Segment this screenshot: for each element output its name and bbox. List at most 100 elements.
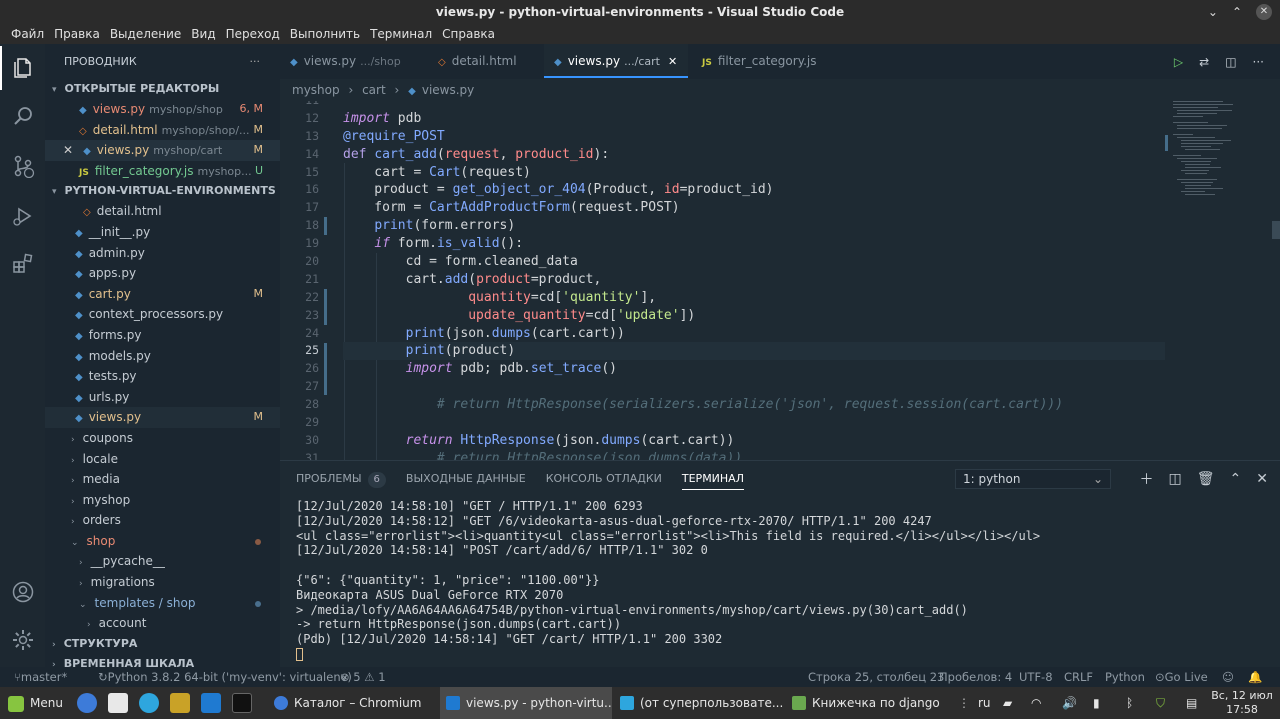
taskbar-window[interactable]: (от суперпользовате... xyxy=(614,687,784,719)
cursor-position[interactable]: Строка 25, столбец 23 xyxy=(808,667,944,687)
menu-terminal[interactable]: Терминал xyxy=(365,24,437,44)
tray-volume-icon[interactable]: 🔊 xyxy=(1062,687,1077,719)
code-editor[interactable]: 11 12 13 14 15 16 17 18 19 20 21 22 23 2… xyxy=(280,101,1280,460)
telegram-launcher-icon[interactable] xyxy=(139,693,159,713)
notifications-icon[interactable]: 🔔 xyxy=(1248,667,1262,687)
settings-gear-icon[interactable] xyxy=(0,618,45,662)
tree-file[interactable]: ◆ forms.py xyxy=(45,325,280,346)
sublime-launcher-icon[interactable] xyxy=(170,693,190,713)
python-interpreter[interactable]: ↻ Python 3.8.2 64-bit ('my-venv': virtua… xyxy=(98,667,352,687)
tree-folder[interactable]: › myshop xyxy=(45,490,280,511)
go-live-button[interactable]: ⊙ Go Live xyxy=(1155,667,1208,687)
menu-view[interactable]: Вид xyxy=(186,24,220,44)
split-terminal-icon[interactable]: ◫ xyxy=(1169,471,1182,487)
tray-update-shield-icon[interactable]: ⛉ xyxy=(1156,687,1165,719)
extensions-icon[interactable] xyxy=(0,242,45,286)
tree-folder[interactable]: › locale xyxy=(45,449,280,470)
run-file-icon[interactable]: ▷ xyxy=(1174,55,1183,69)
keyboard-layout[interactable]: ru xyxy=(978,687,991,719)
feedback-icon[interactable]: ☺ xyxy=(1222,667,1234,687)
tree-folder[interactable]: › __pycache__ xyxy=(45,551,280,572)
run-debug-icon[interactable] xyxy=(0,194,45,238)
source-control-icon[interactable] xyxy=(0,144,45,188)
menu-file[interactable]: Файл xyxy=(6,24,49,44)
tab-filter-category[interactable]: JS filter_category.js xyxy=(692,44,826,79)
menu-selection[interactable]: Выделение xyxy=(105,24,186,44)
tree-file[interactable]: ◆ cart.py M xyxy=(45,284,280,305)
tree-file[interactable]: ◆ context_processors.py xyxy=(45,304,280,325)
tree-folder[interactable]: › orders xyxy=(45,510,280,531)
more-actions-icon[interactable]: ··· xyxy=(250,44,261,79)
tree-folder[interactable]: › account xyxy=(45,613,280,634)
start-menu-button[interactable]: Menu xyxy=(8,687,63,719)
tree-folder[interactable]: › media xyxy=(45,469,280,490)
open-changes-icon[interactable]: ⇄ xyxy=(1199,55,1209,69)
vscode-launcher-icon[interactable] xyxy=(201,693,221,713)
end-of-line[interactable]: CRLF xyxy=(1064,667,1093,687)
language-mode[interactable]: Python xyxy=(1105,667,1145,687)
breadcrumb-item[interactable]: cart xyxy=(362,83,386,97)
tree-folder[interactable]: ⌄ shop xyxy=(45,531,280,552)
tree-file[interactable]: ◆ models.py xyxy=(45,346,280,367)
tray-battery-icon[interactable]: ▮ xyxy=(1093,687,1100,719)
tree-file[interactable]: ◆ apps.py xyxy=(45,263,280,284)
outline-header[interactable]: › СТРУКТУРА xyxy=(45,634,280,654)
terminal-launcher-icon[interactable] xyxy=(232,693,252,713)
maximize-panel-icon[interactable]: ⌃ xyxy=(1230,471,1242,487)
breadcrumb-item[interactable]: myshop xyxy=(292,83,340,97)
tab-views-shop[interactable]: ◆ views.py .../shop xyxy=(280,44,411,79)
minimize-icon[interactable]: ⌄ xyxy=(1208,0,1218,24)
tab-problems[interactable]: ПРОБЛЕМЫ 6 xyxy=(296,461,386,496)
open-editor-item[interactable]: ◇ detail.html myshop/shop/... M xyxy=(45,120,280,141)
taskbar-window[interactable]: Книжечка по django xyxy=(786,687,946,719)
clock[interactable]: Вс, 12 июл 17:58 xyxy=(1210,687,1274,717)
menu-go[interactable]: Переход xyxy=(221,24,285,44)
tray-network-icon[interactable]: ▰ xyxy=(1003,687,1012,719)
split-editor-icon[interactable]: ◫ xyxy=(1225,55,1236,69)
tree-file[interactable]: ◆ views.py M xyxy=(45,407,280,428)
files-launcher-icon[interactable] xyxy=(108,693,128,713)
minimap[interactable] xyxy=(1165,101,1280,460)
close-editor-icon[interactable]: ✕ xyxy=(63,143,73,157)
search-icon[interactable] xyxy=(0,94,45,138)
tab-views-cart[interactable]: ◆ views.py .../cart ✕ xyxy=(544,44,688,79)
menu-run[interactable]: Выполнить xyxy=(285,24,365,44)
terminal-output[interactable]: [12/Jul/2020 14:58:10] "GET / HTTP/1.1" … xyxy=(296,499,1266,662)
git-branch[interactable]: ⑂ master* xyxy=(14,667,67,687)
tab-output[interactable]: ВЫХОДНЫЕ ДАННЫЕ xyxy=(406,461,526,496)
account-icon[interactable] xyxy=(0,570,45,614)
tree-folder[interactable]: › migrations xyxy=(45,572,280,593)
terminal-select[interactable]: 1: python ⌄ xyxy=(955,469,1111,489)
tray-notes-icon[interactable]: ▤ xyxy=(1186,687,1197,719)
tree-folder[interactable]: › coupons xyxy=(45,428,280,449)
indentation[interactable]: Пробелов: 4 xyxy=(939,667,1012,687)
maximize-icon[interactable]: ⌃ xyxy=(1232,0,1242,24)
tray-wifi-icon[interactable]: ◠ xyxy=(1031,687,1041,719)
tab-terminal[interactable]: ТЕРМИНАЛ xyxy=(681,461,745,496)
tree-file[interactable]: ◆ urls.py xyxy=(45,387,280,408)
open-editor-item[interactable]: ◆ views.py myshop/shop 6, M xyxy=(45,99,280,120)
files-icon[interactable] xyxy=(0,46,45,90)
open-editors-header[interactable]: ▾ ОТКРЫТЫЕ РЕДАКТОРЫ xyxy=(45,79,280,99)
tree-file[interactable]: ◆ admin.py xyxy=(45,243,280,264)
tab-detail-html[interactable]: ◇ detail.html xyxy=(428,44,527,79)
terminal-prompt[interactable] xyxy=(296,647,1266,662)
more-actions-icon[interactable]: ··· xyxy=(1253,55,1264,69)
tree-file[interactable]: ◇ detail.html xyxy=(45,201,280,222)
breadcrumb-item[interactable]: views.py xyxy=(422,83,474,97)
open-editor-item[interactable]: ✕ ◆ views.py myshop/cart M xyxy=(45,140,280,161)
menu-edit[interactable]: Правка xyxy=(49,24,105,44)
open-editor-item[interactable]: JS filter_category.js myshop... U xyxy=(45,161,280,182)
taskbar-window-active[interactable]: views.py - python-virtu... xyxy=(440,687,612,719)
menu-help[interactable]: Справка xyxy=(437,24,500,44)
close-panel-icon[interactable]: ✕ xyxy=(1256,471,1268,487)
tree-file[interactable]: ◆ __init__.py xyxy=(45,222,280,243)
problems-indicator[interactable]: ⊗ 5 ⚠ 1 xyxy=(340,667,386,687)
tree-file[interactable]: ◆ tests.py xyxy=(45,366,280,387)
tree-folder[interactable]: ⌄ templates / shop xyxy=(45,593,280,614)
encoding[interactable]: UTF-8 xyxy=(1019,667,1053,687)
close-tab-icon[interactable]: ✕ xyxy=(668,55,677,68)
taskbar-window[interactable]: Каталог – Chromium xyxy=(268,687,438,719)
chromium-launcher-icon[interactable] xyxy=(77,693,97,713)
new-terminal-icon[interactable]: ＋ xyxy=(1140,469,1154,489)
